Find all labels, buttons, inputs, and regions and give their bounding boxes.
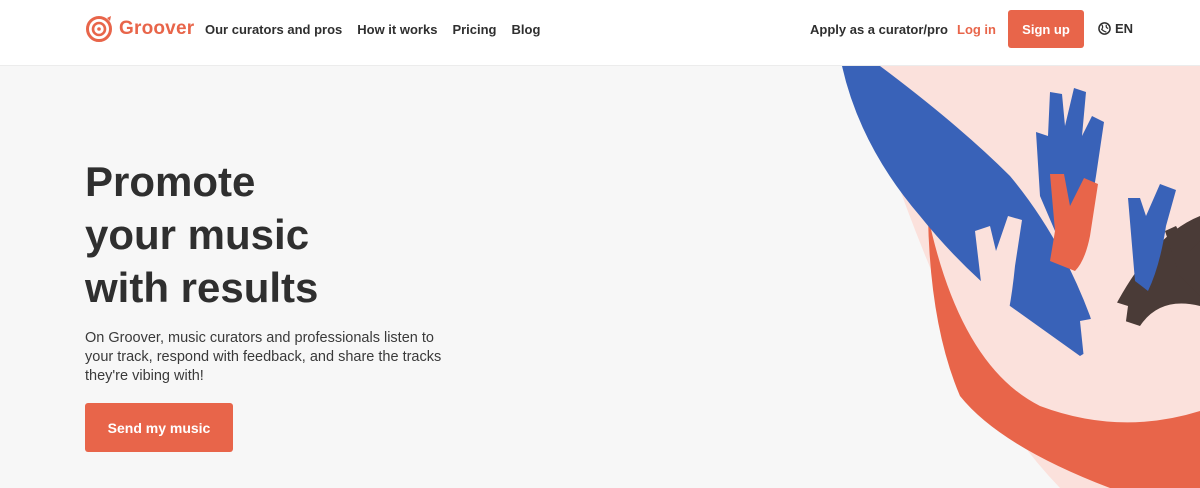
header-actions: Apply as a curator/pro Log in Sign up EN [780,0,1200,66]
hero-title-line-2: your music [85,211,310,258]
site-header: Groover Our curators and pros How it wor… [0,0,1200,66]
nav-curators-and-pros[interactable]: Our curators and pros [205,22,342,37]
hero-title: Promote your music with results [85,155,485,314]
main-nav: Our curators and pros How it works Prici… [205,22,540,37]
globe-icon [1098,22,1111,35]
hero-description: On Groover, music curators and professio… [85,330,442,384]
logo-text: Groover [119,18,195,39]
apply-as-curator-link[interactable]: Apply as a curator/pro [810,22,948,37]
groover-logo[interactable]: Groover [85,15,194,43]
language-label: EN [1115,21,1134,36]
login-link[interactable]: Log in [957,22,996,37]
language-selector[interactable]: EN [1098,21,1133,36]
nav-pricing[interactable]: Pricing [452,22,496,37]
send-my-music-button[interactable]: Send my music [85,403,233,452]
groover-logo-icon [86,16,112,42]
signup-button[interactable]: Sign up [1008,10,1084,48]
nav-how-it-works[interactable]: How it works [357,22,437,37]
nav-blog[interactable]: Blog [512,22,541,37]
hero-title-line-1: Promote [85,158,256,205]
hero-title-line-3: with results [85,264,319,311]
